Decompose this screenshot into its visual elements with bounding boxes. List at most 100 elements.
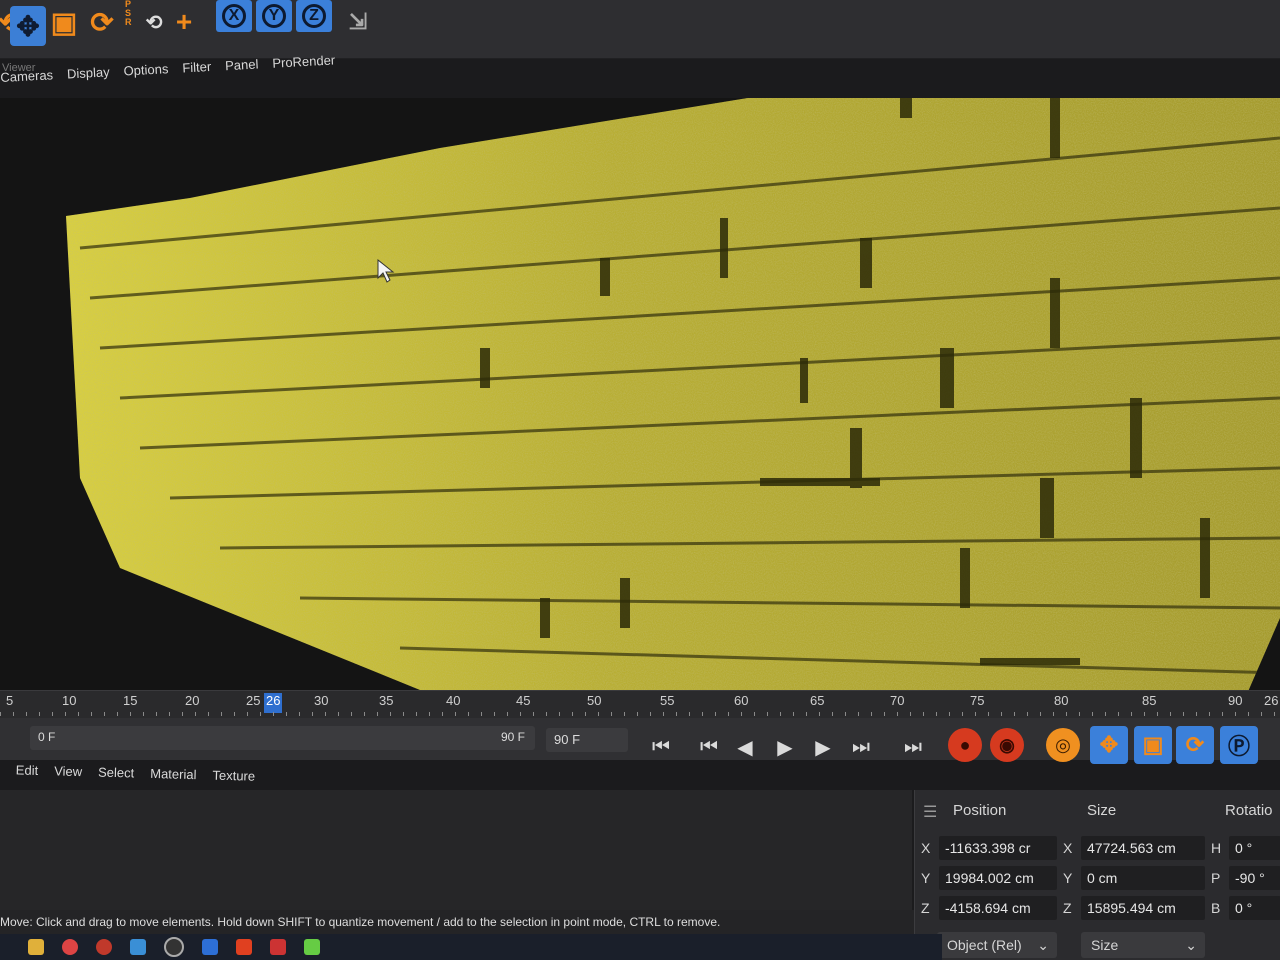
play-icon[interactable]: ▶: [770, 732, 800, 762]
position-z-field[interactable]: -4158.694 cm: [939, 896, 1057, 920]
app-icon[interactable]: [270, 939, 286, 955]
rot-p-label: P: [1211, 870, 1221, 886]
main-toolbar: ⟲ ✥ ▣ ⟳ PSR ⟲ + X Y Z ⇲: [0, 0, 1280, 59]
size-mode-select[interactable]: Size ⌄: [1081, 932, 1205, 958]
coordinate-mode-select[interactable]: Object (Rel) ⌄: [937, 932, 1057, 958]
mouse-cursor-icon: [377, 258, 395, 283]
menu-texture[interactable]: Texture: [212, 768, 255, 793]
move-tool-button[interactable]: ✥: [10, 6, 46, 46]
key-parameter-icon[interactable]: Ⓟ: [1220, 726, 1258, 764]
material-manager-panel[interactable]: [0, 790, 912, 910]
coordinates-manager: ☰ Position Size Rotatio X -11633.398 cr …: [914, 790, 1280, 960]
next-key-icon[interactable]: ⏭: [846, 732, 876, 762]
current-frame-marker[interactable]: 26: [264, 693, 283, 713]
os-taskbar: [0, 934, 942, 960]
timeline-tick: 65: [810, 693, 825, 708]
rot-b-label: B: [1211, 900, 1221, 916]
chrome-icon[interactable]: [62, 939, 78, 955]
timeline-tick: 80: [1054, 693, 1069, 708]
app-icon[interactable]: [202, 939, 218, 955]
chevron-down-icon: ⌄: [1185, 937, 1197, 953]
position-y-field[interactable]: 19984.002 cm: [939, 866, 1057, 890]
timeline-tick: 35: [379, 693, 394, 708]
position-header: Position: [953, 802, 1007, 819]
playback-controls: 0 F 90 F 90 F ⏮ ⏮ ◀ ▶ ▶ ⏭ ⏭ ● ◉ ◎ ✥ ▣ ⟳ …: [0, 718, 1280, 764]
coordinate-system-icon[interactable]: ⇲: [340, 2, 376, 42]
rot-h-label: H: [1211, 840, 1222, 856]
timeline-ruler[interactable]: 5 10 15 20 25 26 30 35 40 45 50 55 60 65…: [0, 690, 1280, 719]
timeline-tick: 60: [734, 693, 749, 708]
previous-frame-icon[interactable]: ◀: [730, 732, 760, 762]
menu-display[interactable]: Display: [67, 64, 111, 94]
previous-key-icon[interactable]: ⏮: [694, 732, 724, 762]
timeline-tick: 40: [446, 693, 461, 708]
go-to-end-icon[interactable]: ⏭: [898, 732, 928, 762]
timeline-tick: 70: [890, 693, 905, 708]
add-object-button[interactable]: +: [166, 2, 202, 42]
key-position-icon[interactable]: ✥: [1090, 726, 1128, 764]
yahoo-icon[interactable]: [96, 939, 112, 955]
key-rotation-icon[interactable]: ⟳: [1176, 726, 1214, 764]
menu-options[interactable]: Options: [123, 61, 169, 91]
menu-prorender[interactable]: ProRender: [272, 52, 336, 83]
file-explorer-icon[interactable]: [28, 939, 44, 955]
size-y-field[interactable]: 0 cm: [1081, 866, 1205, 890]
size-x-field[interactable]: 47724.563 cm: [1081, 836, 1205, 860]
size-mode-value: Size: [1091, 937, 1119, 953]
menu-cameras[interactable]: Cameras: [0, 67, 54, 98]
axis-y-label: Y: [262, 4, 286, 28]
start-frame-value: 0 F: [38, 730, 56, 744]
size-x-label: X: [1063, 840, 1073, 856]
rotate-tool-button[interactable]: ⟳: [84, 2, 120, 42]
menu-filter[interactable]: Filter: [182, 59, 212, 88]
cinema4d-icon[interactable]: [164, 937, 184, 957]
app-icon[interactable]: [130, 939, 146, 955]
rotation-b-field[interactable]: 0 °: [1229, 896, 1280, 920]
timeline-tick: 25: [246, 693, 261, 708]
menu-material[interactable]: Material: [150, 766, 197, 791]
record-active-icon[interactable]: ●: [948, 728, 982, 762]
go-to-start-icon[interactable]: ⏮: [646, 732, 676, 762]
axis-y-button[interactable]: Y: [256, 0, 292, 32]
timeline-tick-overflow: 26: [1264, 693, 1279, 708]
3d-viewport[interactable]: [0, 98, 1280, 690]
axis-x-button[interactable]: X: [216, 0, 252, 32]
menu-select[interactable]: Select: [98, 765, 135, 790]
end-frame-value: 90 F: [554, 732, 581, 747]
timeline-tick: 45: [516, 693, 531, 708]
size-z-label: Z: [1063, 900, 1072, 916]
menu-edit[interactable]: Edit: [15, 762, 39, 787]
key-scale-icon[interactable]: ▣: [1134, 726, 1172, 764]
rotation-p-field[interactable]: -90 °: [1229, 866, 1280, 890]
axis-x-label: X: [222, 4, 246, 28]
office-icon[interactable]: [236, 939, 252, 955]
scale-tool-button[interactable]: ▣: [46, 2, 82, 42]
rotation-h-field[interactable]: 0 °: [1229, 836, 1280, 860]
timeline-tick: 55: [660, 693, 675, 708]
timeline-tick: 20: [185, 693, 200, 708]
autokey-icon[interactable]: ◉: [990, 728, 1024, 762]
panel-handle-icon[interactable]: ☰: [923, 802, 937, 822]
stone-wall-model: [66, 98, 1280, 690]
keyframe-selection-icon[interactable]: ◎: [1046, 728, 1080, 762]
chevron-down-icon: ⌄: [1037, 937, 1049, 953]
pos-x-label: X: [921, 840, 931, 856]
status-bar: Move: Click and drag to move elements. H…: [0, 910, 914, 934]
timeline-tick-marks: [0, 712, 1280, 716]
position-x-field[interactable]: -11633.398 cr: [939, 836, 1057, 860]
frame-range-slider[interactable]: 0 F 90 F: [30, 726, 535, 750]
timeline-tick: 85: [1142, 693, 1157, 708]
viewport-menu: Cameras Display Options Filter Panel Pro…: [0, 52, 336, 98]
timeline-tick: 90: [1228, 693, 1243, 708]
timeline-tick: 50: [587, 693, 602, 708]
app-icon[interactable]: [304, 939, 320, 955]
next-frame-icon[interactable]: ▶: [808, 732, 838, 762]
axis-z-button[interactable]: Z: [296, 0, 332, 32]
timeline-tick: 30: [314, 693, 329, 708]
end-frame-field[interactable]: 90 F: [546, 728, 628, 752]
size-y-label: Y: [1063, 870, 1073, 886]
size-z-field[interactable]: 15895.494 cm: [1081, 896, 1205, 920]
menu-panel[interactable]: Panel: [225, 56, 260, 86]
material-manager-menu: Edit View Select Material Texture: [0, 762, 256, 793]
menu-view[interactable]: View: [54, 763, 82, 788]
